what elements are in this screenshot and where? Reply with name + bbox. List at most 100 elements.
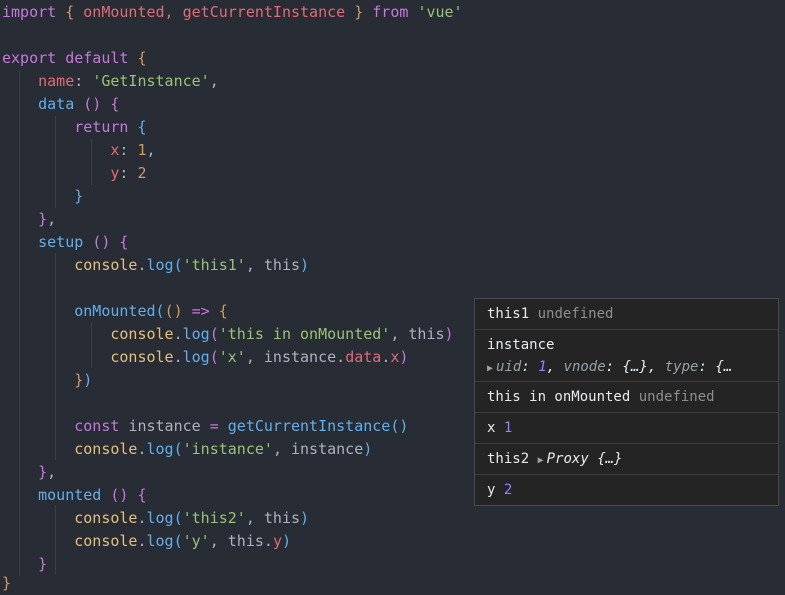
punctuation: . (173, 348, 183, 366)
string-literal: 'x' (218, 348, 246, 366)
keyword-from: from (372, 3, 409, 21)
console-label: this in onMounted (487, 389, 631, 405)
expand-triangle-icon[interactable]: ▶ (538, 455, 544, 466)
paren: ( (209, 325, 219, 343)
code-line-12[interactable]: console.log('this1', this) (2, 254, 309, 277)
punctuation: : (521, 359, 530, 375)
punctuation: , (209, 72, 219, 90)
function-call: log (182, 325, 210, 343)
paren: ( (155, 302, 165, 320)
keyword-default: default (65, 49, 129, 67)
code-line-24[interactable]: console.log('y', this.y) (2, 530, 291, 553)
console-value: undefined (638, 389, 715, 405)
punctuation: : (74, 72, 84, 90)
code-line-14[interactable]: onMounted(() => { (2, 300, 228, 323)
string-literal: 'this2' (182, 509, 246, 527)
keyword-return: return (74, 118, 129, 136)
string-literal: 'GetInstance' (92, 72, 210, 90)
import-name: onMounted, (83, 3, 174, 21)
code-line-22[interactable]: mounted () { (2, 484, 146, 507)
brace: } (38, 463, 48, 481)
function-call: log (146, 440, 174, 458)
object-key: type (664, 359, 699, 375)
paren: ) (300, 509, 310, 527)
paren: ) (281, 532, 291, 550)
brace: } (74, 371, 84, 389)
console-row-instance[interactable]: instance ▶ uid: 1, vnode: {…}, type: {… (475, 330, 778, 382)
identifier: this (263, 256, 301, 274)
code-line-16[interactable]: console.log('x', instance.data.x) (2, 346, 408, 369)
paren: ( (209, 348, 219, 366)
punctuation: . (137, 532, 147, 550)
keyword-import: import (2, 3, 57, 21)
expand-triangle-icon[interactable]: ▶ (487, 363, 493, 374)
object-value: 1 (538, 359, 547, 375)
brace: } (38, 210, 48, 228)
punctuation: : (119, 141, 129, 159)
code-line-11[interactable]: setup () { (2, 231, 128, 254)
string-literal: 'y' (182, 532, 210, 550)
punctuation: , (146, 141, 156, 159)
punctuation: . (137, 440, 147, 458)
object-name: console (110, 348, 174, 366)
operator: = (209, 417, 219, 435)
function-call: log (146, 532, 174, 550)
function-call: log (146, 256, 174, 274)
brace: { (110, 95, 120, 113)
console-row-y: y 2 (475, 475, 778, 505)
brace: } (38, 555, 48, 573)
identifier: instance (291, 440, 364, 458)
punctuation: , (209, 532, 219, 550)
import-name: getCurrentInstance (182, 3, 346, 21)
object-value: {…} (622, 359, 648, 375)
arrow-operator: => (191, 302, 210, 320)
console-value: 1 (503, 420, 513, 436)
brace: { (119, 233, 129, 251)
code-line-21[interactable]: }, (2, 461, 56, 484)
punctuation: , (272, 440, 282, 458)
punctuation: . (381, 348, 391, 366)
object-name: console (110, 325, 174, 343)
parens: () (164, 302, 183, 320)
code-line-10[interactable]: }, (2, 208, 56, 231)
console-label: y (487, 482, 496, 498)
code-line-8[interactable]: y: 2 (2, 162, 146, 185)
punctuation: , (245, 509, 255, 527)
console-row-this-in-onmounted: this in onMounted undefined (475, 382, 778, 413)
brace: { (137, 118, 147, 136)
keyword-export: export (2, 49, 57, 67)
object-key: uid (496, 359, 522, 375)
code-line-9[interactable]: } (2, 185, 83, 208)
console-value: undefined (537, 306, 614, 322)
paren: ( (173, 509, 183, 527)
string-literal: 'this1' (182, 256, 246, 274)
code-line-6[interactable]: return { (2, 116, 147, 139)
code-line-5[interactable]: data () { (2, 93, 119, 116)
code-line-17[interactable]: }) (2, 369, 92, 392)
code-line-23[interactable]: console.log('this2', this) (2, 507, 309, 530)
punctuation: , (647, 359, 657, 375)
function-call: log (182, 348, 210, 366)
code-line-26[interactable]: } (2, 572, 11, 595)
method-name: data (38, 95, 75, 113)
code-line-4[interactable]: name: 'GetInstance', (2, 70, 219, 93)
punctuation: , (390, 325, 400, 343)
paren: ) (444, 325, 454, 343)
code-line-1[interactable]: import { onMounted, getCurrentInstance }… (2, 1, 463, 24)
console-value: 2 (503, 482, 513, 498)
console-row-this2[interactable]: this2 ▶ Proxy {…} (475, 444, 778, 475)
code-line-19[interactable]: const instance = getCurrentInstance() (2, 415, 408, 438)
code-line-7[interactable]: x: 1, (2, 139, 156, 162)
code-line-20[interactable]: console.log('instance', instance) (2, 438, 372, 461)
punctuation: , (245, 256, 255, 274)
brace: { (218, 302, 228, 320)
paren: ( (173, 256, 183, 274)
paren: ( (173, 440, 183, 458)
method-name: setup (38, 233, 84, 251)
punctuation: . (137, 256, 147, 274)
code-line-15[interactable]: console.log('this in onMounted', this) (2, 323, 454, 346)
code-line-3[interactable]: export default { (2, 47, 147, 70)
console-label: this2 (487, 451, 530, 467)
identifier: instance (263, 348, 337, 366)
identifier: this (227, 532, 264, 550)
